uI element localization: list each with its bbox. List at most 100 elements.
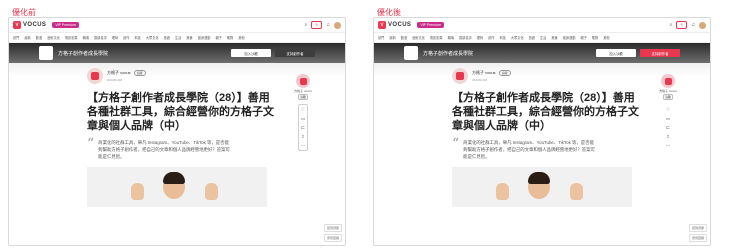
nav-item[interactable]: 親子: [216, 35, 222, 40]
top-bar: v VOCUS VIP Premium ⌕ ✎ ♫: [9, 18, 345, 33]
bell-icon[interactable]: ♫: [691, 22, 695, 28]
promo-badge[interactable]: VIP Premium: [417, 22, 444, 28]
nav-item[interactable]: 動漫: [36, 35, 42, 40]
nav-item[interactable]: 藝術文化: [47, 35, 60, 40]
support-creator-button[interactable]: 支持創作者: [275, 49, 315, 57]
publish-date: 2023/01/18: [472, 78, 488, 82]
nav-item[interactable]: 親子: [581, 35, 587, 40]
nav-item[interactable]: 大眾文化: [511, 35, 524, 40]
nav-item[interactable]: 科技: [135, 35, 141, 40]
support-creator-button[interactable]: 支持創作者: [640, 49, 680, 57]
join-salon-button[interactable]: 加入沙龍: [231, 49, 271, 57]
nav-item[interactable]: 生活: [175, 35, 181, 40]
promo-badge[interactable]: VIP Premium: [52, 22, 79, 28]
nav-item[interactable]: 美食: [186, 35, 192, 40]
nav-item[interactable]: 最新: [389, 35, 395, 40]
nav-item[interactable]: 熱門: [378, 35, 384, 40]
nav-item[interactable]: 藝術文化: [412, 35, 425, 40]
nav-item[interactable]: 最新: [24, 35, 30, 40]
rail-author-name[interactable]: 方格子 vocus: [659, 89, 677, 93]
vocus-logo-icon: [664, 77, 672, 85]
quote-icon: “: [87, 136, 95, 152]
salon-banner: 方格子創作者成長學院 加入沙龍 支持創作者: [374, 43, 710, 63]
join-salon-button[interactable]: 加入沙龍: [596, 49, 636, 57]
bookmark-icon[interactable]: ⊏: [666, 125, 670, 130]
share-icon[interactable]: ⇪: [666, 134, 670, 139]
more-icon[interactable]: ⋯: [301, 143, 306, 148]
panel-after: v VOCUS VIP Premium ⌕ ✎ ♫ 熱門 最新 動漫 藝術文化 電影影集…: [373, 17, 711, 246]
nav-item[interactable]: 閱讀書評: [459, 35, 472, 40]
nav-item[interactable]: 科技: [500, 35, 506, 40]
salon-thumbnail[interactable]: [404, 46, 418, 60]
site-logo[interactable]: v VOCUS: [13, 21, 46, 29]
author-name[interactable]: 方格子 vocus: [107, 70, 131, 76]
nav-item[interactable]: 健身運動: [563, 35, 576, 40]
nav-item[interactable]: 職場: [448, 35, 454, 40]
nav-item[interactable]: 美食: [551, 35, 557, 40]
nav-item[interactable]: 其他: [603, 35, 609, 40]
vocus-logo-icon: [91, 72, 99, 80]
salon-name[interactable]: 方格子創作者成長學院: [58, 50, 108, 57]
follow-button[interactable]: 追蹤: [498, 70, 511, 76]
comment-icon[interactable]: ▭: [666, 116, 670, 121]
vocus-logo-icon: v: [378, 21, 386, 29]
back-to-top-button[interactable]: 回到頂部: [688, 224, 707, 232]
nav-item[interactable]: 健身運動: [198, 35, 211, 40]
search-icon[interactable]: ⌕: [670, 22, 673, 28]
nav-item[interactable]: 理財: [477, 35, 483, 40]
salon-name[interactable]: 方格子創作者成長學院: [423, 50, 473, 57]
vocus-logo-icon: [299, 77, 307, 85]
comment-icon[interactable]: ▭: [301, 116, 305, 121]
salon-banner: 方格子創作者成長學院 加入沙龍 支持創作者: [9, 43, 345, 63]
nav-item[interactable]: 電影影集: [65, 35, 78, 40]
nav-item[interactable]: 熱門: [13, 35, 19, 40]
author-avatar[interactable]: [452, 68, 468, 84]
user-avatar[interactable]: [699, 21, 706, 29]
hand-shape: [496, 183, 509, 200]
nav-item[interactable]: 旅遊: [164, 35, 170, 40]
share-icon[interactable]: ⇪: [301, 134, 305, 139]
search-icon[interactable]: ⌕: [305, 22, 308, 28]
hand-shape: [570, 183, 583, 200]
bell-icon[interactable]: ♫: [326, 22, 330, 28]
nav-item[interactable]: 寵物: [592, 35, 598, 40]
create-button[interactable]: ✎: [676, 21, 688, 29]
follow-button[interactable]: 追蹤: [133, 70, 146, 76]
nav-item[interactable]: 大眾文化: [146, 35, 159, 40]
back-to-top-button[interactable]: 回到頂部: [323, 224, 342, 232]
nav-item[interactable]: 職場: [83, 35, 89, 40]
nav-item[interactable]: 創作: [488, 35, 494, 40]
user-avatar[interactable]: [334, 21, 341, 29]
create-button[interactable]: ✎: [311, 21, 323, 29]
rail-author-avatar[interactable]: [296, 74, 310, 88]
article-title: 【方格子創作者成長學院（28）】善用各種社群工具，綜合經營你的方格子文章與個人品…: [87, 92, 274, 132]
rail-follow-button[interactable]: 追蹤: [663, 94, 673, 100]
heart-icon[interactable]: ♡: [301, 107, 305, 112]
more-icon[interactable]: ⋯: [666, 143, 671, 148]
site-logo[interactable]: v VOCUS: [378, 21, 411, 29]
nav-item[interactable]: 創作: [123, 35, 129, 40]
article-title: 【方格子創作者成長學院（28）】善用各種社群工具，綜合經營你的方格子文章與個人品…: [452, 92, 639, 132]
feedback-button[interactable]: 意見回饋: [688, 234, 707, 242]
heart-icon[interactable]: ♡: [666, 107, 670, 112]
author-avatar[interactable]: [87, 68, 103, 84]
corner-widgets: 回到頂部 意見回饋: [688, 224, 707, 242]
nav-item[interactable]: 生活: [540, 35, 546, 40]
bookmark-icon[interactable]: ⊏: [301, 125, 305, 130]
feedback-button[interactable]: 意見回饋: [323, 234, 342, 242]
nav-item[interactable]: 寵物: [227, 35, 233, 40]
nav-item[interactable]: 電影影集: [430, 35, 443, 40]
vocus-logo-icon: v: [13, 21, 21, 29]
salon-thumbnail[interactable]: [39, 46, 53, 60]
rail-author-avatar[interactable]: [661, 74, 675, 88]
rail-author-name[interactable]: 方格子 vocus: [294, 89, 312, 93]
author-name[interactable]: 方格子 vocus: [472, 70, 496, 76]
category-nav: 熱門 最新 動漫 藝術文化 電影影集 職場 閱讀書評 理財 創作 科技 大眾文化 旅遊 生活 美食 健身運動…: [9, 33, 345, 43]
nav-item[interactable]: 旅遊: [529, 35, 535, 40]
rail-action-box: ♡ ▭ ⊏ ⇪ ⋯: [663, 104, 673, 151]
nav-item[interactable]: 理財: [112, 35, 118, 40]
rail-follow-button[interactable]: 追蹤: [298, 94, 308, 100]
nav-item[interactable]: 動漫: [401, 35, 407, 40]
nav-item[interactable]: 其他: [238, 35, 244, 40]
nav-item[interactable]: 閱讀書評: [94, 35, 107, 40]
